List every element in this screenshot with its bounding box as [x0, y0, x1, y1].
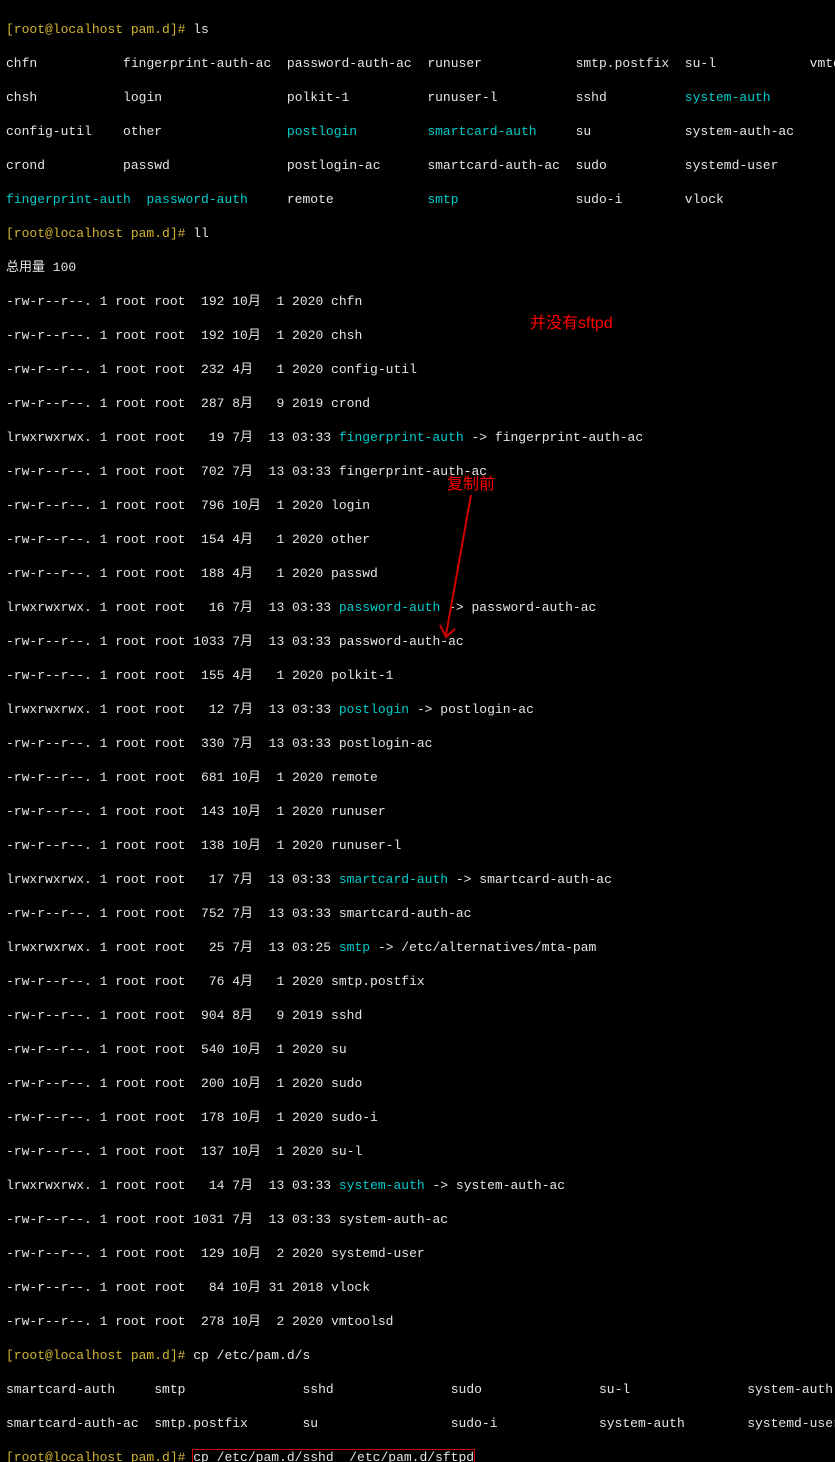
file-line: -rw-r--r--. 1 root root 752 7月 13 03:33 …	[6, 905, 829, 922]
file-line: -rw-r--r--. 1 root root 192 10月 1 2020 c…	[6, 293, 829, 310]
cmd-ls: ls	[193, 22, 209, 37]
file-line: -rw-r--r--. 1 root root 192 10月 1 2020 c…	[6, 327, 829, 344]
file-line: -rw-r--r--. 1 root root 188 4月 1 2020 pa…	[6, 565, 829, 582]
file-line: -rw-r--r--. 1 root root 154 4月 1 2020 ot…	[6, 531, 829, 548]
arrow-icon	[438, 493, 478, 643]
file-line: -rw-r--r--. 1 root root 232 4月 1 2020 co…	[6, 361, 829, 378]
file-line: -rw-r--r--. 1 root root 1031 7月 13 03:33…	[6, 1211, 829, 1228]
annotation-before-copy: 复制前	[447, 476, 495, 493]
prompt-line[interactable]: [root@localhost pam.d]# ls	[6, 21, 829, 38]
terminal[interactable]: [root@localhost pam.d]# ls chfn fingerpr…	[0, 0, 835, 1462]
file-line: -rw-r--r--. 1 root root 702 7月 13 03:33 …	[6, 463, 829, 480]
ls-output-row: chsh login polkit-1 runuser-l sshd syste…	[6, 89, 829, 106]
file-line: -rw-r--r--. 1 root root 178 10月 1 2020 s…	[6, 1109, 829, 1126]
tab-completion-row: smartcard-auth-ac smtp.postfix su sudo-i…	[6, 1415, 829, 1432]
file-line: -rw-r--r--. 1 root root 1033 7月 13 03:33…	[6, 633, 829, 650]
ls-output-row: crond passwd postlogin-ac smartcard-auth…	[6, 157, 829, 174]
file-line: -rw-r--r--. 1 root root 76 4月 1 2020 smt…	[6, 973, 829, 990]
symlink-line: lrwxrwxrwx. 1 root root 17 7月 13 03:33 s…	[6, 871, 829, 888]
file-line: -rw-r--r--. 1 root root 681 10月 1 2020 r…	[6, 769, 829, 786]
symlink-line: lrwxrwxrwx. 1 root root 14 7月 13 03:33 s…	[6, 1177, 829, 1194]
prompt: [root@localhost pam.d]#	[6, 1348, 193, 1363]
tab-completion-row: smartcard-auth smtp sshd sudo su-l syste…	[6, 1381, 829, 1398]
prompt: [root@localhost pam.d]#	[6, 1450, 193, 1462]
file-line: -rw-r--r--. 1 root root 796 10月 1 2020 l…	[6, 497, 829, 514]
file-line: -rw-r--r--. 1 root root 287 8月 9 2019 cr…	[6, 395, 829, 412]
symlink-line: lrwxrwxrwx. 1 root root 12 7月 13 03:33 p…	[6, 701, 829, 718]
symlink-line: lrwxrwxrwx. 1 root root 25 7月 13 03:25 s…	[6, 939, 829, 956]
file-line: -rw-r--r--. 1 root root 540 10月 1 2020 s…	[6, 1041, 829, 1058]
annotation-no-sftpd: 并没有sftpd	[530, 315, 613, 332]
file-line: -rw-r--r--. 1 root root 138 10月 1 2020 r…	[6, 837, 829, 854]
ls-output-row: fingerprint-auth password-auth remote sm…	[6, 191, 829, 208]
prompt: [root@localhost pam.d]#	[6, 226, 193, 241]
file-line: -rw-r--r--. 1 root root 143 10月 1 2020 r…	[6, 803, 829, 820]
cmd-ll: ll	[193, 226, 209, 241]
ls-output-row: chfn fingerprint-auth-ac password-auth-a…	[6, 55, 829, 72]
prompt-line-highlighted[interactable]: [root@localhost pam.d]# cp /etc/pam.d/ss…	[6, 1449, 829, 1462]
prompt-line[interactable]: [root@localhost pam.d]# cp /etc/pam.d/s	[6, 1347, 829, 1364]
symlink-line: lrwxrwxrwx. 1 root root 16 7月 13 03:33 p…	[6, 599, 829, 616]
file-line: -rw-r--r--. 1 root root 155 4月 1 2020 po…	[6, 667, 829, 684]
prompt-line[interactable]: [root@localhost pam.d]# ll	[6, 225, 829, 242]
symlink-line: lrwxrwxrwx. 1 root root 19 7月 13 03:33 f…	[6, 429, 829, 446]
file-line: -rw-r--r--. 1 root root 904 8月 9 2019 ss…	[6, 1007, 829, 1024]
file-line: -rw-r--r--. 1 root root 278 10月 2 2020 v…	[6, 1313, 829, 1330]
ll-total: 总用量 100	[6, 259, 829, 276]
prompt: [root@localhost pam.d]#	[6, 22, 193, 37]
file-line: -rw-r--r--. 1 root root 129 10月 2 2020 s…	[6, 1245, 829, 1262]
file-line: -rw-r--r--. 1 root root 330 7月 13 03:33 …	[6, 735, 829, 752]
cmd-cp-tab: cp /etc/pam.d/s	[193, 1348, 310, 1363]
file-line: -rw-r--r--. 1 root root 200 10月 1 2020 s…	[6, 1075, 829, 1092]
ls-output-row: config-util other postlogin smartcard-au…	[6, 123, 829, 140]
file-line: -rw-r--r--. 1 root root 84 10月 31 2018 v…	[6, 1279, 829, 1296]
cmd-cp-full: cp /etc/pam.d/sshd /etc/pam.d/sftpd	[193, 1450, 474, 1462]
file-line: -rw-r--r--. 1 root root 137 10月 1 2020 s…	[6, 1143, 829, 1160]
